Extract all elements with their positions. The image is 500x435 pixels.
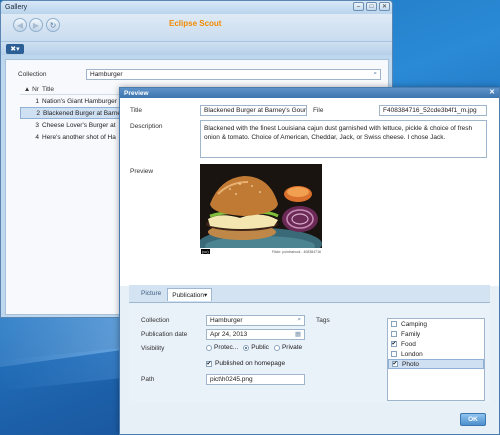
chevron-down-icon: ▾ bbox=[204, 292, 208, 299]
gallery-menubar: ✖▾ bbox=[1, 41, 392, 55]
burger-photo-art bbox=[198, 164, 322, 260]
table-row[interactable]: 3 Cheese Lover's Burger at bbox=[20, 119, 130, 131]
minimize-button[interactable]: – bbox=[353, 2, 364, 11]
pub-date-field[interactable]: Apr 24, 2013 ▦ bbox=[206, 329, 305, 340]
visibility-radio-group: Protec... Public Private bbox=[206, 344, 302, 351]
brand-title: Eclipse Scout bbox=[169, 19, 222, 28]
tag-item-camping[interactable]: Camping bbox=[388, 319, 484, 329]
path-label: Path bbox=[141, 376, 155, 383]
gallery-window-title: Gallery bbox=[5, 4, 28, 11]
ok-button[interactable]: OK bbox=[460, 413, 486, 426]
collection-search-input[interactable]: Hamburger ⌕ bbox=[86, 69, 381, 80]
path-field[interactable]: pict\h0245.png bbox=[206, 374, 305, 385]
close-icon: ✕ bbox=[381, 4, 388, 10]
file-field[interactable]: F408384716_52cde3b4f1_m.jpg bbox=[379, 105, 487, 116]
minimize-icon: – bbox=[356, 3, 361, 10]
title-field[interactable]: Blackened Burger at Barney's Gourm bbox=[200, 105, 307, 116]
radio-private[interactable]: Private bbox=[273, 344, 302, 351]
publication-panel: Collection Hamburger ⌕ Publication date … bbox=[129, 302, 490, 403]
tab-picture[interactable]: Picture bbox=[137, 288, 165, 301]
table-row[interactable]: 1 Nation's Giant Hamburger bbox=[20, 95, 130, 107]
refresh-button[interactable]: ↻ bbox=[46, 18, 60, 32]
refresh-icon: ↻ bbox=[49, 20, 57, 30]
column-title[interactable]: Title bbox=[42, 86, 130, 93]
pub-collection-field[interactable]: Hamburger ⌕ bbox=[206, 315, 305, 326]
preview-dialog: Preview ✕ Title Blackened Burger at Barn… bbox=[119, 87, 500, 435]
arrow-left-icon: ◀ bbox=[16, 20, 24, 30]
published-checkbox[interactable]: ✔ Published on homepage bbox=[206, 360, 285, 367]
visibility-label: Visibility bbox=[141, 345, 165, 352]
table-row[interactable]: 4 Here's another shot of Ha bbox=[20, 131, 130, 143]
tag-item-photo[interactable]: ✔ Photo bbox=[388, 359, 484, 369]
table-row-selected[interactable]: 2 Blackened Burger at Barney's bbox=[20, 107, 130, 119]
radio-public[interactable]: Public bbox=[243, 344, 269, 351]
gallery-toolbar: ◀ ▶ ↻ Eclipse Scout bbox=[1, 14, 392, 41]
description-textarea[interactable]: Blackened with the finest Louisiana caju… bbox=[200, 120, 487, 158]
forward-button[interactable]: ▶ bbox=[29, 18, 43, 32]
column-nr[interactable]: ▲ Nr bbox=[20, 86, 42, 93]
arrow-right-icon: ▶ bbox=[32, 20, 40, 30]
collection-search-value: Hamburger bbox=[90, 71, 123, 78]
preview-label: Preview bbox=[130, 168, 154, 175]
wrench-icon: ✖▾ bbox=[10, 46, 20, 53]
image-credit: Flickr: pointnshoot - 408384716 bbox=[271, 250, 321, 254]
pub-collection-label: Collection bbox=[141, 317, 170, 324]
collection-label: Collection bbox=[18, 71, 47, 78]
preview-main-panel: Title Blackened Burger at Barney's Gourm… bbox=[120, 98, 499, 286]
tab-strip: Picture Publication▾ bbox=[137, 288, 213, 301]
calendar-icon[interactable]: ▦ bbox=[295, 330, 301, 338]
burger-photo: (cc) Flickr: pointnshoot - 408384716 bbox=[198, 164, 322, 260]
close-icon[interactable]: ✕ bbox=[489, 88, 495, 96]
checkbox-icon: ✔ bbox=[206, 360, 212, 367]
tools-menu-button[interactable]: ✖▾ bbox=[6, 44, 24, 54]
tag-item-london[interactable]: London bbox=[388, 349, 484, 359]
tab-publication[interactable]: Publication▾ bbox=[167, 288, 213, 301]
maximize-button[interactable]: □ bbox=[366, 2, 377, 11]
maximize-icon: □ bbox=[369, 3, 374, 10]
table-header: ▲ Nr Title bbox=[20, 84, 130, 95]
gallery-titlebar: Gallery – □ ✕ bbox=[1, 1, 392, 14]
window-controls: – □ ✕ bbox=[353, 2, 390, 11]
radio-protected[interactable]: Protec... bbox=[206, 344, 238, 351]
pub-date-label: Publication date bbox=[141, 331, 188, 338]
results-table: ▲ Nr Title 1 Nation's Giant Hamburger 2 … bbox=[20, 84, 130, 143]
cc-badge: (cc) bbox=[201, 249, 210, 254]
tag-item-family[interactable]: Family bbox=[388, 329, 484, 339]
preview-titlebar: Preview ✕ bbox=[120, 88, 499, 98]
search-icon[interactable]: ⌕ bbox=[297, 316, 301, 324]
detail-tabbox: Picture Publication▾ Collection Hamburge… bbox=[129, 285, 490, 403]
tags-label: Tags bbox=[316, 317, 330, 324]
title-label: Title bbox=[130, 107, 143, 114]
tags-list: Camping Family ✔ Food London ✔ Photo bbox=[387, 318, 485, 401]
back-button[interactable]: ◀ bbox=[13, 18, 27, 32]
preview-title: Preview bbox=[124, 89, 149, 97]
tag-item-food[interactable]: ✔ Food bbox=[388, 339, 484, 349]
sort-asc-icon: ▲ bbox=[23, 85, 31, 93]
close-button[interactable]: ✕ bbox=[379, 2, 390, 11]
search-icon[interactable]: ⌕ bbox=[373, 70, 377, 78]
file-label: File bbox=[313, 107, 324, 114]
description-label: Description bbox=[130, 123, 163, 130]
